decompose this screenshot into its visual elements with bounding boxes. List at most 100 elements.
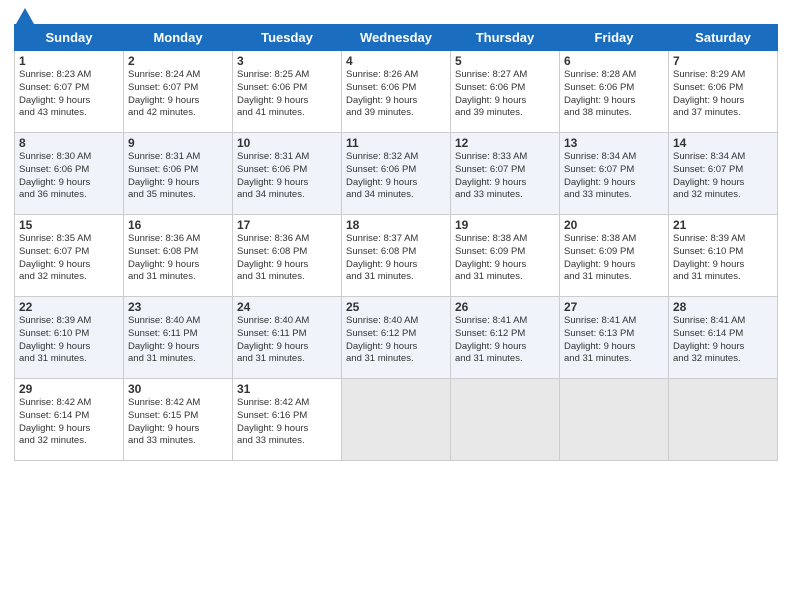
day-number: 13 [564, 136, 664, 150]
sunrise-text: Sunrise: 8:37 AM [346, 233, 446, 246]
daylight-text: and 36 minutes. [19, 189, 119, 202]
sunset-text: Sunset: 6:15 PM [128, 410, 228, 423]
daylight-text: and 33 minutes. [128, 435, 228, 448]
week-row-3: 15Sunrise: 8:35 AMSunset: 6:07 PMDayligh… [15, 215, 778, 297]
daylight-text: Daylight: 9 hours [346, 177, 446, 190]
daylight-text: and 31 minutes. [237, 353, 337, 366]
calendar-cell: 15Sunrise: 8:35 AMSunset: 6:07 PMDayligh… [15, 215, 124, 297]
day-number: 26 [455, 300, 555, 314]
daylight-text: and 33 minutes. [564, 189, 664, 202]
daylight-text: and 31 minutes. [564, 271, 664, 284]
sunrise-text: Sunrise: 8:24 AM [128, 69, 228, 82]
sunset-text: Sunset: 6:06 PM [673, 82, 773, 95]
sunset-text: Sunset: 6:10 PM [673, 246, 773, 259]
sunrise-text: Sunrise: 8:23 AM [19, 69, 119, 82]
daylight-text: Daylight: 9 hours [455, 341, 555, 354]
day-header-saturday: Saturday [669, 25, 778, 51]
day-number: 29 [19, 382, 119, 396]
sunrise-text: Sunrise: 8:40 AM [346, 315, 446, 328]
sunrise-text: Sunrise: 8:29 AM [673, 69, 773, 82]
sunset-text: Sunset: 6:07 PM [673, 164, 773, 177]
day-number: 3 [237, 54, 337, 68]
daylight-text: and 31 minutes. [455, 353, 555, 366]
calendar-cell: 25Sunrise: 8:40 AMSunset: 6:12 PMDayligh… [342, 297, 451, 379]
sunset-text: Sunset: 6:07 PM [19, 246, 119, 259]
sunrise-text: Sunrise: 8:41 AM [455, 315, 555, 328]
daylight-text: and 31 minutes. [673, 271, 773, 284]
calendar-cell: 21Sunrise: 8:39 AMSunset: 6:10 PMDayligh… [669, 215, 778, 297]
sunset-text: Sunset: 6:08 PM [128, 246, 228, 259]
sunset-text: Sunset: 6:06 PM [455, 82, 555, 95]
sunset-text: Sunset: 6:06 PM [346, 82, 446, 95]
logo [14, 14, 34, 20]
daylight-text: and 31 minutes. [237, 271, 337, 284]
day-number: 23 [128, 300, 228, 314]
daylight-text: and 42 minutes. [128, 107, 228, 120]
calendar-cell: 13Sunrise: 8:34 AMSunset: 6:07 PMDayligh… [560, 133, 669, 215]
daylight-text: Daylight: 9 hours [455, 259, 555, 272]
daylight-text: Daylight: 9 hours [346, 341, 446, 354]
sunset-text: Sunset: 6:06 PM [346, 164, 446, 177]
sunrise-text: Sunrise: 8:33 AM [455, 151, 555, 164]
daylight-text: Daylight: 9 hours [237, 423, 337, 436]
day-header-row: SundayMondayTuesdayWednesdayThursdayFrid… [15, 25, 778, 51]
calendar-cell: 29Sunrise: 8:42 AMSunset: 6:14 PMDayligh… [15, 379, 124, 461]
daylight-text: Daylight: 9 hours [128, 341, 228, 354]
day-number: 28 [673, 300, 773, 314]
sunset-text: Sunset: 6:07 PM [564, 164, 664, 177]
sunset-text: Sunset: 6:07 PM [128, 82, 228, 95]
sunset-text: Sunset: 6:14 PM [19, 410, 119, 423]
day-number: 14 [673, 136, 773, 150]
day-number: 7 [673, 54, 773, 68]
daylight-text: and 31 minutes. [128, 271, 228, 284]
sunset-text: Sunset: 6:06 PM [128, 164, 228, 177]
calendar-cell: 20Sunrise: 8:38 AMSunset: 6:09 PMDayligh… [560, 215, 669, 297]
day-header-wednesday: Wednesday [342, 25, 451, 51]
sunrise-text: Sunrise: 8:25 AM [237, 69, 337, 82]
daylight-text: Daylight: 9 hours [455, 95, 555, 108]
daylight-text: Daylight: 9 hours [128, 177, 228, 190]
day-number: 30 [128, 382, 228, 396]
day-number: 8 [19, 136, 119, 150]
week-row-2: 8Sunrise: 8:30 AMSunset: 6:06 PMDaylight… [15, 133, 778, 215]
calendar-container: SundayMondayTuesdayWednesdayThursdayFrid… [0, 0, 792, 467]
day-number: 17 [237, 218, 337, 232]
day-number: 22 [19, 300, 119, 314]
sunrise-text: Sunrise: 8:38 AM [564, 233, 664, 246]
calendar-cell: 1Sunrise: 8:23 AMSunset: 6:07 PMDaylight… [15, 51, 124, 133]
daylight-text: Daylight: 9 hours [237, 341, 337, 354]
daylight-text: and 34 minutes. [346, 189, 446, 202]
calendar-cell: 28Sunrise: 8:41 AMSunset: 6:14 PMDayligh… [669, 297, 778, 379]
calendar-cell: 12Sunrise: 8:33 AMSunset: 6:07 PMDayligh… [451, 133, 560, 215]
calendar-cell: 19Sunrise: 8:38 AMSunset: 6:09 PMDayligh… [451, 215, 560, 297]
daylight-text: Daylight: 9 hours [673, 177, 773, 190]
day-number: 10 [237, 136, 337, 150]
sunrise-text: Sunrise: 8:31 AM [128, 151, 228, 164]
sunset-text: Sunset: 6:14 PM [673, 328, 773, 341]
sunrise-text: Sunrise: 8:30 AM [19, 151, 119, 164]
daylight-text: Daylight: 9 hours [19, 423, 119, 436]
calendar-cell: 16Sunrise: 8:36 AMSunset: 6:08 PMDayligh… [124, 215, 233, 297]
sunrise-text: Sunrise: 8:36 AM [128, 233, 228, 246]
sunrise-text: Sunrise: 8:40 AM [128, 315, 228, 328]
day-number: 27 [564, 300, 664, 314]
day-number: 21 [673, 218, 773, 232]
logo-icon [16, 8, 34, 24]
daylight-text: and 32 minutes. [673, 353, 773, 366]
day-number: 20 [564, 218, 664, 232]
daylight-text: and 39 minutes. [455, 107, 555, 120]
calendar-cell: 17Sunrise: 8:36 AMSunset: 6:08 PMDayligh… [233, 215, 342, 297]
calendar-cell: 18Sunrise: 8:37 AMSunset: 6:08 PMDayligh… [342, 215, 451, 297]
calendar-table: SundayMondayTuesdayWednesdayThursdayFrid… [14, 24, 778, 461]
sunset-text: Sunset: 6:08 PM [346, 246, 446, 259]
sunrise-text: Sunrise: 8:35 AM [19, 233, 119, 246]
daylight-text: Daylight: 9 hours [128, 259, 228, 272]
sunrise-text: Sunrise: 8:40 AM [237, 315, 337, 328]
week-row-1: 1Sunrise: 8:23 AMSunset: 6:07 PMDaylight… [15, 51, 778, 133]
daylight-text: Daylight: 9 hours [346, 259, 446, 272]
daylight-text: Daylight: 9 hours [19, 177, 119, 190]
daylight-text: Daylight: 9 hours [237, 95, 337, 108]
daylight-text: Daylight: 9 hours [564, 341, 664, 354]
day-header-sunday: Sunday [15, 25, 124, 51]
day-header-thursday: Thursday [451, 25, 560, 51]
